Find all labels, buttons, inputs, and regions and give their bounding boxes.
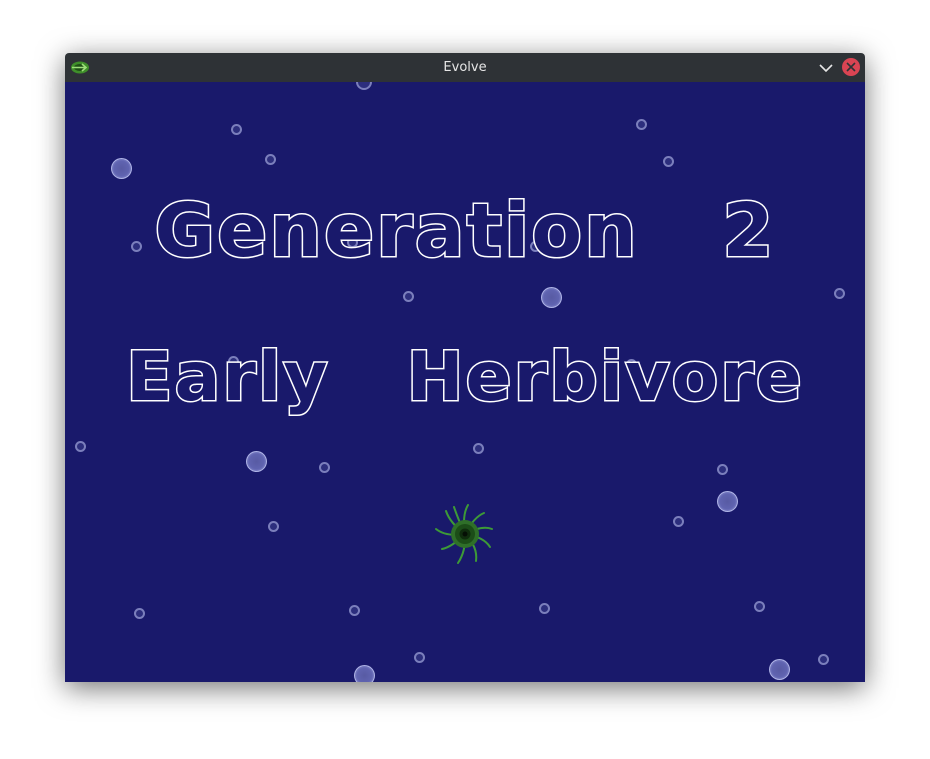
stage-word-herbivore: Herbivore [405,337,804,419]
generation-label: Generation [153,187,639,276]
close-icon [846,62,856,72]
bubble [134,608,145,619]
generation-number: 2 [721,187,776,276]
bubble [636,119,647,130]
bubble [403,291,414,302]
bubble [673,516,684,527]
game-canvas[interactable]: Generation 2 Early Herbivore [65,82,865,682]
stage-heading: Early Herbivore [65,336,865,420]
minimize-button[interactable] [817,59,835,77]
bubble [717,491,738,512]
bubble [818,654,829,665]
bubble [111,158,132,179]
close-button[interactable] [842,58,860,76]
bubble [663,156,674,167]
bubble [231,124,242,135]
bubble [541,287,562,308]
bubble [473,443,484,454]
bubble [268,521,279,532]
bubble [75,441,86,452]
bubble [717,464,728,475]
bubble [769,659,790,680]
bubble [834,288,845,299]
bubble [414,652,425,663]
bubble [354,665,375,682]
title-bar[interactable]: Evolve [65,53,865,82]
green-tentacled-microbe-icon [435,504,493,564]
bubble [356,82,372,90]
bubble [246,451,267,472]
bubble [265,154,276,165]
generation-heading: Generation 2 [65,186,865,276]
app-window: Evolve Generation 2 Early Herbivore [65,53,865,682]
bubble [539,603,550,614]
bubble [349,605,360,616]
bubble [319,462,330,473]
bubble [754,601,765,612]
stage-word-early: Early [125,337,330,419]
window-title: Evolve [443,60,487,75]
